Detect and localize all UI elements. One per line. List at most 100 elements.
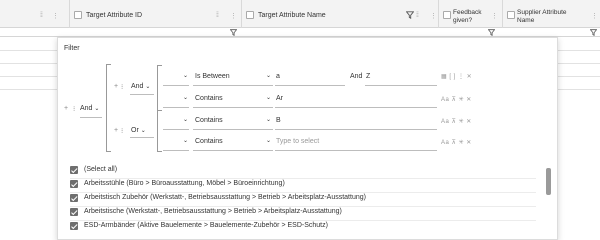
- grid-row-divider: [558, 63, 600, 64]
- add-condition-button[interactable]: +: [64, 105, 68, 112]
- column-header-label: Supplier Attribute Name: [517, 9, 567, 24]
- operator-underline: [130, 94, 154, 95]
- column-header-label: Target Attribute ID: [86, 12, 143, 19]
- checklist-divider: [70, 192, 536, 193]
- checkbox-checked-icon[interactable]: [70, 222, 78, 230]
- operator-underline: [80, 117, 102, 118]
- checkbox-checked-icon[interactable]: [70, 180, 78, 188]
- group-bracket: [157, 111, 158, 151]
- chevron-down-icon: ⌄: [94, 106, 100, 112]
- operator-underline: [193, 107, 273, 108]
- filter-panel: Filter + ⁝ And ⌄ + ⁝ And ⌄ + ⁝ Or ⌄ ⌄ Is…: [57, 37, 558, 240]
- drag-handle-icon[interactable]: ⁝: [121, 83, 123, 91]
- column-header-label: Target Attribute Name: [258, 12, 326, 19]
- column-header-target-attribute-name[interactable]: Target Attribute Name ⁞⁞ ⋮: [242, 0, 439, 28]
- condition-value2-input[interactable]: Z: [366, 73, 370, 80]
- column-select-chevron-icon[interactable]: ⌄: [183, 116, 188, 123]
- column-header-supplier-attribute-name[interactable]: Supplier Attribute Name ⋮: [503, 0, 600, 28]
- condition-value-input[interactable]: B: [276, 117, 281, 124]
- chevron-down-icon[interactable]: ⌄: [266, 72, 271, 79]
- condition-actions-icons[interactable]: ▦ [ ] ⋮ ✕: [441, 73, 472, 80]
- column-header-target-attribute-id[interactable]: Target Attribute ID ⁞⁞ ⋮: [70, 0, 242, 28]
- column-menu-icon[interactable]: ⋮: [230, 12, 237, 20]
- root-operator-select[interactable]: And ⌄: [80, 105, 99, 112]
- column-select-checkbox[interactable]: [443, 11, 451, 19]
- column-filter-icon[interactable]: [589, 29, 598, 38]
- operator-underline: [193, 129, 273, 130]
- column-select-underline: [163, 85, 189, 86]
- grid-row-divider: [558, 76, 600, 77]
- group2-operator-select[interactable]: Or ⌄: [131, 127, 146, 134]
- grid-row-divider: [0, 89, 60, 90]
- chevron-down-icon[interactable]: ⌄: [266, 116, 271, 123]
- checklist-divider: [70, 206, 536, 207]
- group-bracket: [157, 65, 158, 111]
- grid-row-divider: [0, 50, 60, 51]
- condition-actions-icons[interactable]: Aa ⊼ ✳ ✕: [441, 139, 472, 146]
- grid-column-leading: ⁞⁞ ⋮: [0, 0, 70, 28]
- column-drag-icon[interactable]: ⁞⁞: [216, 12, 219, 19]
- drag-handle-icon[interactable]: ⁝: [121, 127, 123, 135]
- group-bracket: [106, 64, 107, 152]
- condition-operator-select[interactable]: Contains: [195, 117, 223, 124]
- column-select-checkbox[interactable]: [507, 11, 515, 19]
- value-underline: [365, 85, 437, 86]
- add-condition-button[interactable]: +: [114, 127, 118, 134]
- checkbox-checked-icon[interactable]: [70, 208, 78, 216]
- condition-operator-select[interactable]: Contains: [195, 138, 223, 145]
- condition-actions-icons[interactable]: Aa ⊼ ✳ ✕: [441, 118, 472, 125]
- checklist-scrollbar[interactable]: [546, 168, 551, 195]
- filter-panel-title: Filter: [64, 45, 80, 52]
- group-bracket: [157, 65, 162, 66]
- group-bracket: [106, 64, 111, 65]
- checkbox-checked-icon[interactable]: [70, 194, 78, 202]
- condition-operator-select[interactable]: Is Between: [195, 73, 230, 80]
- filter-active-icon[interactable]: [405, 11, 415, 21]
- chevron-down-icon: ⌄: [140, 128, 146, 134]
- column-drag-icon[interactable]: ⁞⁞: [416, 12, 419, 19]
- checkbox-checked-icon[interactable]: [70, 166, 78, 174]
- column-select-chevron-icon[interactable]: ⌄: [183, 94, 188, 101]
- condition-actions-icons[interactable]: Aa ⊼ ✳ ✕: [441, 96, 472, 103]
- column-menu-icon[interactable]: ⋮: [591, 12, 598, 20]
- grid-row-divider: [558, 89, 600, 90]
- chevron-down-icon: ⌄: [145, 84, 151, 90]
- operator-underline: [130, 137, 154, 138]
- column-header-feedback-given[interactable]: Feedback given? ⋮: [439, 0, 503, 28]
- operator-underline: [193, 85, 273, 86]
- grid-row-divider: [0, 63, 60, 64]
- value-underline: [275, 129, 437, 130]
- value-underline: [275, 85, 345, 86]
- condition-value-input[interactable]: Type to select: [276, 138, 319, 145]
- condition-operator-select[interactable]: Contains: [195, 95, 223, 102]
- column-select-underline: [163, 150, 189, 151]
- column-select-underline: [163, 129, 189, 130]
- condition-value-input[interactable]: a: [276, 73, 280, 80]
- column-select-checkbox[interactable]: [74, 11, 82, 19]
- add-condition-button[interactable]: +: [114, 83, 118, 90]
- grid-row-divider: [0, 76, 60, 77]
- group-bracket: [157, 151, 162, 152]
- column-select-checkbox[interactable]: [246, 11, 254, 19]
- column-menu-icon[interactable]: ⋮: [52, 12, 59, 20]
- chevron-down-icon[interactable]: ⌄: [266, 94, 271, 101]
- column-menu-icon[interactable]: ⋮: [430, 12, 437, 20]
- operator-underline: [193, 150, 273, 151]
- value-underline: [275, 150, 437, 151]
- checklist-divider: [70, 220, 536, 221]
- column-select-chevron-icon[interactable]: ⌄: [183, 72, 188, 79]
- drag-handle-icon[interactable]: ⁝: [73, 105, 75, 113]
- between-and-label: And: [350, 73, 363, 80]
- group1-operator-select[interactable]: And ⌄: [131, 83, 150, 90]
- group-bracket: [106, 151, 111, 152]
- checklist-divider: [70, 178, 536, 179]
- grid-filter-row: [0, 28, 600, 37]
- column-header-label: Feedback given?: [453, 9, 482, 24]
- chevron-down-icon[interactable]: ⌄: [266, 137, 271, 144]
- grid-row-divider: [558, 50, 600, 51]
- grid-header: ⁞⁞ ⋮ Target Attribute ID ⁞⁞ ⋮ Target Att…: [0, 0, 600, 28]
- column-drag-icon[interactable]: ⁞⁞: [40, 12, 43, 19]
- condition-value-input[interactable]: Ar: [276, 95, 283, 102]
- column-menu-icon[interactable]: ⋮: [491, 12, 498, 20]
- column-select-chevron-icon[interactable]: ⌄: [183, 137, 188, 144]
